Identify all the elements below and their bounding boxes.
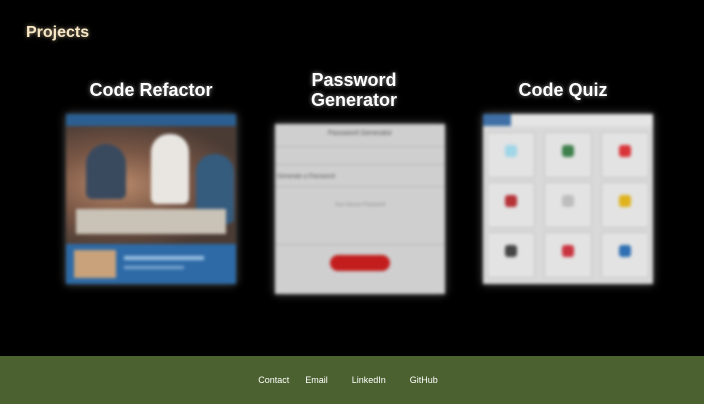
project-card-password-generator[interactable]: Password Generator [290, 70, 418, 110]
project-title[interactable]: Code Quiz [519, 80, 608, 100]
project-title[interactable]: Code Refactor [89, 80, 212, 100]
section-title: Projects [26, 24, 90, 41]
email-link[interactable]: Email [305, 375, 328, 385]
project-card-code-quiz[interactable]: Code Quiz [483, 80, 643, 100]
linkedin-link[interactable]: LinkedIn [352, 375, 386, 385]
footer: Contact Email LinkedIn GitHub [0, 356, 704, 404]
footer-links: Contact Email LinkedIn GitHub [0, 356, 704, 404]
project-card-code-refactor[interactable]: Code Refactor [66, 80, 236, 100]
project-thumbnail-password-generator[interactable]: Password Generator Generate a Password Y… [275, 124, 445, 294]
project-thumbnail-code-refactor[interactable] [66, 114, 236, 284]
github-link[interactable]: GitHub [410, 375, 438, 385]
contact-label: Contact [258, 375, 290, 385]
project-thumbnail-code-quiz[interactable] [483, 114, 653, 284]
project-title[interactable]: Password Generator [290, 70, 418, 110]
